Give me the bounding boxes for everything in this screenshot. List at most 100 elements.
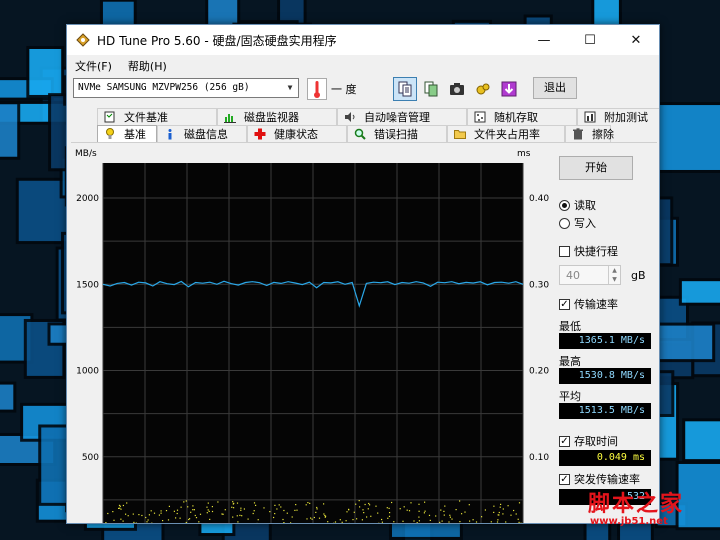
transfer-rate-checkbox[interactable]: ✓ <box>559 298 570 310</box>
access-time-point <box>132 513 134 515</box>
access-time-point <box>502 508 504 510</box>
options-button[interactable] <box>471 77 495 101</box>
access-time-point <box>295 504 297 506</box>
watermark-title: 脚本之家 <box>588 491 685 517</box>
tab-folder-usage[interactable]: 文件夹占用率 <box>447 125 565 142</box>
access-time-point <box>286 512 288 514</box>
random-access-icon <box>474 111 486 123</box>
access-time-point <box>367 508 369 510</box>
access-time-point <box>224 509 226 511</box>
access-time-point <box>416 522 418 523</box>
access-time-point <box>185 521 187 523</box>
exit-button[interactable]: 退出 <box>533 77 577 99</box>
tab-row-back: 文件基准 磁盘监视器 自动噪音管理 随机存取 附加测试 <box>97 108 659 125</box>
drive-select-value: NVMe SAMSUNG MZVPW256 (256 gB) <box>78 82 250 93</box>
access-time-point <box>120 518 122 520</box>
start-button[interactable]: 开始 <box>559 156 633 180</box>
access-time-point <box>241 515 243 517</box>
menu-help[interactable]: 帮助(H) <box>120 55 175 75</box>
access-time-point <box>240 507 242 509</box>
spin-arrows-icon[interactable]: ▲ ▼ <box>608 266 620 284</box>
access-time-point <box>381 518 383 521</box>
tab-label: 错误扫描 <box>374 128 418 141</box>
access-time-checkbox[interactable]: ✓ <box>559 435 570 447</box>
write-radio[interactable] <box>559 217 570 229</box>
aam-icon <box>345 112 355 122</box>
access-time-point <box>353 511 355 513</box>
tab-aam[interactable]: 自动噪音管理 <box>337 108 467 125</box>
tab-benchmark[interactable]: 基准 <box>97 125 157 142</box>
title-bar[interactable]: HD Tune Pro 5.60 - 硬盘/固态硬盘实用程序 — ☐ ✕ <box>67 25 659 55</box>
drive-select[interactable]: NVMe SAMSUNG MZVPW256 (256 gB) ▼ <box>73 78 299 98</box>
tab-row-front: 基准 磁盘信息 健康状态 错误扫描 文件夹占用率 擦除 <box>97 125 614 142</box>
access-time-point <box>481 516 483 518</box>
access-time-point <box>490 521 492 523</box>
maximize-button[interactable]: ☐ <box>567 25 613 55</box>
access-time-point <box>206 506 208 508</box>
access-time-point <box>127 515 129 517</box>
benchmark-panel: MB/s ms 2000 1500 1000 500 0.40 0.30 0.20 0.10 开始… <box>71 142 657 523</box>
copy-text-button[interactable] <box>393 77 417 101</box>
short-stroke-input[interactable]: 40 ▲ ▼ <box>559 265 621 285</box>
left-tick-label: 1500 <box>76 280 99 290</box>
close-button[interactable]: ✕ <box>613 25 659 55</box>
save-button[interactable] <box>497 77 521 101</box>
left-axis-unit: MB/s <box>75 149 97 159</box>
tab-disk-info[interactable]: 磁盘信息 <box>157 125 247 142</box>
access-time-point <box>324 514 326 517</box>
access-time-point <box>410 502 412 504</box>
access-time-point <box>387 517 389 519</box>
access-time-point <box>118 507 120 509</box>
short-stroke-option[interactable]: 快捷行程 <box>559 243 618 259</box>
error-scan-icon <box>354 128 366 140</box>
access-time-point <box>334 521 337 523</box>
access-time-point <box>502 513 504 515</box>
folder-usage-icon <box>454 130 466 139</box>
access-time-point <box>316 508 318 510</box>
access-time-point <box>135 522 137 523</box>
access-time-point <box>497 519 499 521</box>
access-time-point <box>518 502 521 504</box>
access-time-point <box>418 516 420 518</box>
tab-extra-tests[interactable]: 附加测试 <box>577 108 659 125</box>
access-time-point <box>162 520 164 522</box>
access-time-point <box>291 516 293 518</box>
access-time-point <box>309 502 311 504</box>
access-time-point <box>183 501 185 503</box>
hdtune-window: HD Tune Pro 5.60 - 硬盘/固态硬盘实用程序 — ☐ ✕ 文件(… <box>66 24 660 524</box>
read-option[interactable]: 读取 <box>559 197 596 213</box>
wallpaper-tile <box>38 424 70 506</box>
burst-rate-checkbox[interactable]: ✓ <box>559 473 570 485</box>
copy-text-icon <box>398 81 412 97</box>
access-time-option[interactable]: ✓ 存取时间 <box>559 433 618 449</box>
write-option[interactable]: 写入 <box>559 215 596 231</box>
tab-error-scan[interactable]: 错误扫描 <box>347 125 447 142</box>
access-time-point <box>310 517 312 519</box>
tab-health[interactable]: 健康状态 <box>247 125 347 142</box>
copy-screen-button[interactable] <box>419 77 443 101</box>
access-time-point <box>327 521 329 523</box>
chevron-down-icon[interactable]: ▼ <box>282 79 298 97</box>
access-time-point <box>498 511 500 514</box>
screenshot-button[interactable] <box>445 77 469 101</box>
menu-file[interactable]: 文件(F) <box>67 55 120 75</box>
access-time-point <box>358 500 360 502</box>
access-time-point <box>311 518 313 520</box>
access-time-point <box>402 520 404 522</box>
access-time-point <box>217 501 219 503</box>
short-stroke-checkbox[interactable] <box>559 245 570 257</box>
tab-file-benchmark[interactable]: 文件基准 <box>97 108 217 125</box>
tab-disk-monitor[interactable]: 磁盘监视器 <box>217 108 337 125</box>
read-radio[interactable] <box>559 199 570 211</box>
access-time-point <box>362 509 364 511</box>
minimize-button[interactable]: — <box>521 25 567 55</box>
transfer-rate-option[interactable]: ✓ 传输速率 <box>559 296 618 312</box>
access-time-point <box>513 509 515 512</box>
tab-random-access[interactable]: 随机存取 <box>467 108 577 125</box>
tab-erase[interactable]: 擦除 <box>565 125 614 142</box>
tab-label: 自动噪音管理 <box>364 111 430 124</box>
access-time-point <box>211 510 214 513</box>
access-time-point <box>464 511 466 513</box>
access-time-point <box>296 509 298 511</box>
access-time-point <box>428 514 431 516</box>
